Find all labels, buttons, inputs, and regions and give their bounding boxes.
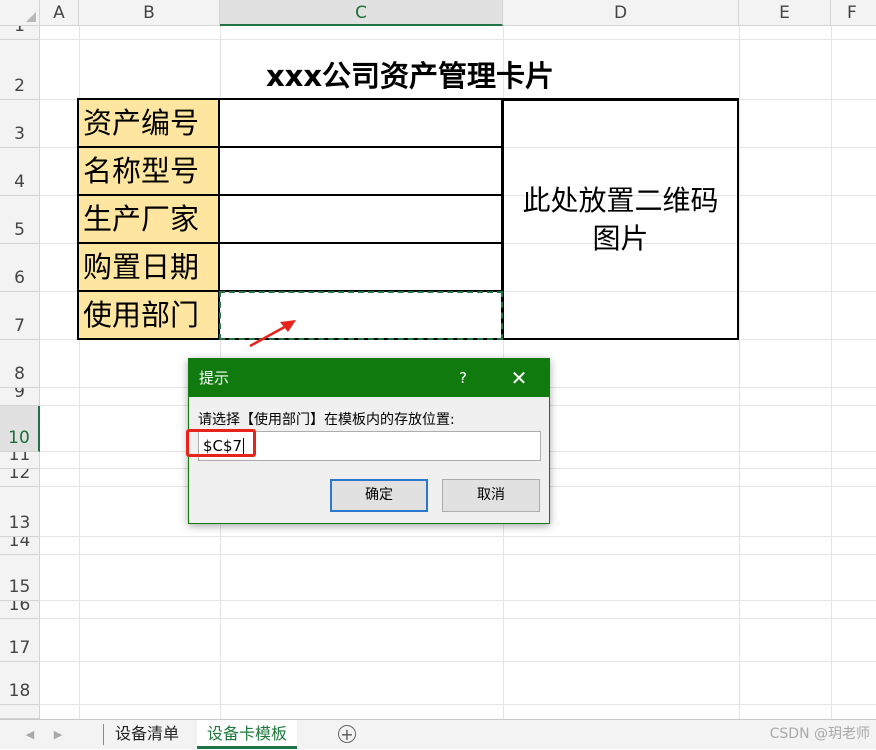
row-header-8[interactable]: 8 [0, 340, 40, 388]
value-cell-asset-number[interactable] [219, 99, 502, 147]
grid-line [831, 26, 832, 719]
row-header-7[interactable]: 7 [0, 292, 40, 340]
ok-button[interactable]: 确定 [330, 479, 428, 512]
row-header-19-partial [0, 705, 40, 719]
grid-line [40, 39, 876, 40]
dialog-prompt-text: 请选择【使用部门】在模板内的存放位置: [198, 412, 455, 428]
grid-line [40, 536, 876, 537]
column-header-e[interactable]: E [739, 0, 831, 26]
value-cell-name-model[interactable] [219, 147, 502, 195]
row-header-3[interactable]: 3 [0, 100, 40, 148]
help-icon[interactable]: ? [451, 359, 475, 397]
close-icon[interactable]: ✕ [503, 359, 535, 397]
row-header-11[interactable]: 11 [0, 452, 40, 469]
dialog-title: 提示 [199, 369, 230, 387]
row-header-13[interactable]: 13 [0, 487, 40, 537]
grid-line [40, 618, 876, 619]
value-cell-manufacturer[interactable] [219, 195, 502, 243]
row-header-2[interactable]: 2 [0, 40, 40, 100]
qr-code-placeholder-cell[interactable]: 此处放置二维码图片 [502, 99, 739, 340]
row-header-15[interactable]: 15 [0, 555, 40, 601]
column-header-c[interactable]: C [220, 0, 503, 26]
watermark: CSDN @玥老师 [769, 726, 870, 742]
tab-equipment-list[interactable]: 设备清单 [105, 720, 189, 749]
row-header-17[interactable]: 17 [0, 619, 40, 662]
label-name-model[interactable]: 名称型号 [78, 147, 219, 195]
row-header-18[interactable]: 18 [0, 662, 40, 705]
value-cell-purchase-date[interactable] [219, 243, 502, 291]
column-header-f[interactable]: F [831, 0, 876, 26]
select-all-triangle-icon [26, 12, 36, 22]
annotation-arrow-icon [249, 320, 296, 348]
tab-equipment-card-template[interactable]: 设备卡模板 [197, 720, 298, 749]
grid-line [40, 554, 876, 555]
card-title[interactable]: xxx公司资产管理卡片 [220, 53, 600, 95]
label-department[interactable]: 使用部门 [78, 291, 219, 339]
label-asset-number[interactable]: 资产编号 [78, 99, 219, 147]
row-header-12[interactable]: 12 [0, 469, 40, 487]
grid-line [40, 661, 876, 662]
column-header-a[interactable]: A [40, 0, 79, 26]
row-header-5[interactable]: 5 [0, 196, 40, 244]
row-header-9[interactable]: 9 [0, 388, 40, 406]
add-sheet-icon[interactable]: + [338, 725, 356, 743]
label-purchase-date[interactable]: 购置日期 [78, 243, 219, 291]
row-header-6[interactable]: 6 [0, 244, 40, 292]
grid-line [739, 26, 740, 719]
column-header-b[interactable]: B [79, 0, 220, 26]
row-header-4[interactable]: 4 [0, 148, 40, 196]
tab-separator [103, 724, 104, 745]
label-manufacturer[interactable]: 生产厂家 [78, 195, 219, 243]
next-sheet-icon[interactable]: ▶ [50, 720, 66, 750]
row-header-1[interactable]: 1 [0, 26, 40, 40]
prev-sheet-icon[interactable]: ◀ [22, 720, 38, 750]
sheet-tab-bar: ◀ ▶ 设备清单 设备卡模板 + [0, 719, 876, 749]
cancel-button[interactable]: 取消 [442, 479, 540, 512]
row-header-10[interactable]: 10 [0, 406, 40, 452]
grid-line [40, 704, 876, 705]
input-highlight-annotation [186, 429, 256, 457]
qr-placeholder-text: 此处放置二维码图片 [522, 183, 719, 255]
grid-line [40, 600, 876, 601]
row-header-16[interactable]: 16 [0, 601, 40, 619]
column-header-d[interactable]: D [503, 0, 739, 26]
row-header-14[interactable]: 14 [0, 537, 40, 555]
dialog-titlebar[interactable]: 提示 ? ✕ [189, 359, 549, 397]
